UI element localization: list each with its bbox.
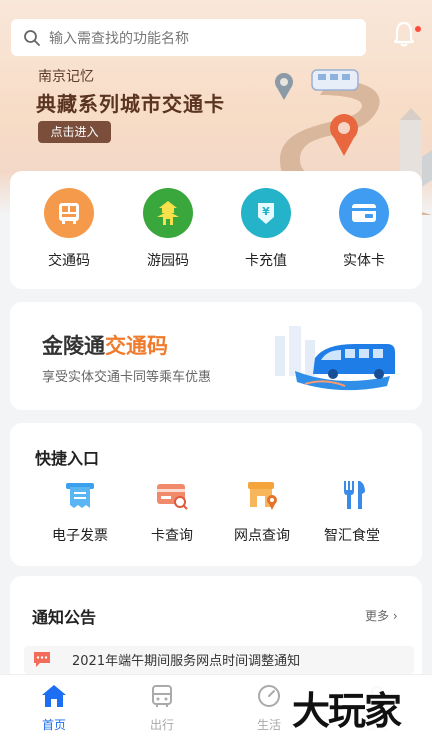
- tab-travel[interactable]: 出行: [127, 683, 197, 733]
- notification-dot: [415, 26, 421, 32]
- promo-title-brand: 金陵通: [42, 334, 105, 358]
- recharge-icon: ¥: [241, 188, 291, 238]
- search-input[interactable]: 输入需查找的功能名称: [49, 28, 189, 48]
- quick-item-label: 游园码: [147, 253, 189, 269]
- card-search-icon: [152, 475, 192, 515]
- quick-item-physical-card[interactable]: 实体卡: [324, 188, 404, 270]
- bell-icon[interactable]: [392, 20, 416, 48]
- shortcut-outlet-query[interactable]: 网点查询: [220, 475, 304, 545]
- search-bar[interactable]: 输入需查找的功能名称: [11, 19, 366, 56]
- quick-item-label: 卡充值: [245, 253, 287, 269]
- quick-item-park-code[interactable]: 游园码: [128, 188, 208, 270]
- shortcuts-card: 快捷入口 电子发票 卡查询 网点查询 智汇食堂: [10, 423, 422, 566]
- shortcuts-title: 快捷入口: [35, 449, 100, 468]
- bus-icon: [152, 685, 172, 707]
- shortcut-label: 智汇食堂: [324, 528, 380, 544]
- home-icon: [42, 685, 66, 707]
- bus-boat-illustration: [275, 326, 395, 391]
- main-functions-card: 交通码 游园码 ¥ 卡充值 实体卡: [10, 171, 422, 289]
- quick-item-recharge[interactable]: ¥ 卡充值: [226, 188, 306, 270]
- tab-label: 出行: [149, 718, 174, 732]
- notice-text: 2021年端午期间服务网点时间调整通知: [72, 654, 301, 669]
- transit-code-promo-card[interactable]: 金陵通交通码 享受实体交通卡同等乘车优惠: [10, 302, 422, 410]
- shortcut-card-query[interactable]: 卡查询: [130, 475, 214, 545]
- store-location-icon: [242, 475, 282, 515]
- promo-subtitle: 享受实体交通卡同等乘车优惠: [42, 370, 212, 385]
- message-icon: [34, 652, 50, 667]
- compass-icon: [258, 685, 280, 707]
- notice-title: 通知公告: [32, 608, 97, 627]
- banner-title: 典藏系列城市交通卡: [36, 92, 225, 116]
- notice-more-link[interactable]: 更多 ›: [365, 607, 398, 624]
- card-icon: [339, 188, 389, 238]
- quick-item-label: 实体卡: [343, 253, 385, 269]
- banner-subtitle: 南京记忆: [38, 69, 94, 85]
- quick-item-label: 交通码: [48, 253, 90, 269]
- promo-title: 金陵通交通码: [42, 330, 168, 360]
- tab-label: 首页: [41, 718, 66, 732]
- chevron-right-icon: ›: [392, 609, 398, 623]
- shortcut-canteen[interactable]: 智汇食堂: [310, 475, 394, 545]
- notice-item[interactable]: 2021年端午期间服务网点时间调整通知: [24, 646, 414, 674]
- pagoda-icon: [143, 188, 193, 238]
- promo-title-highlight: 交通码: [105, 334, 168, 358]
- svg-text:¥: ¥: [262, 205, 270, 218]
- shortcut-label: 卡查询: [151, 528, 193, 544]
- notice-card: 通知公告 更多 › 2021年端午期间服务网点时间调整通知: [10, 576, 422, 676]
- watermark-text: 大玩家: [292, 689, 402, 733]
- shortcut-label: 电子发票: [52, 528, 108, 544]
- quick-item-transit-code[interactable]: 交通码: [29, 188, 109, 270]
- invoice-icon: [60, 475, 100, 515]
- notice-more-label: 更多: [365, 609, 390, 623]
- search-icon: [24, 29, 40, 46]
- shortcut-label: 网点查询: [234, 528, 290, 544]
- canteen-icon: [332, 475, 372, 515]
- bus-code-icon: [44, 188, 94, 238]
- tab-home[interactable]: 首页: [19, 683, 89, 733]
- banner-enter-button[interactable]: 点击进入: [38, 121, 111, 143]
- shortcut-invoice[interactable]: 电子发票: [38, 475, 122, 545]
